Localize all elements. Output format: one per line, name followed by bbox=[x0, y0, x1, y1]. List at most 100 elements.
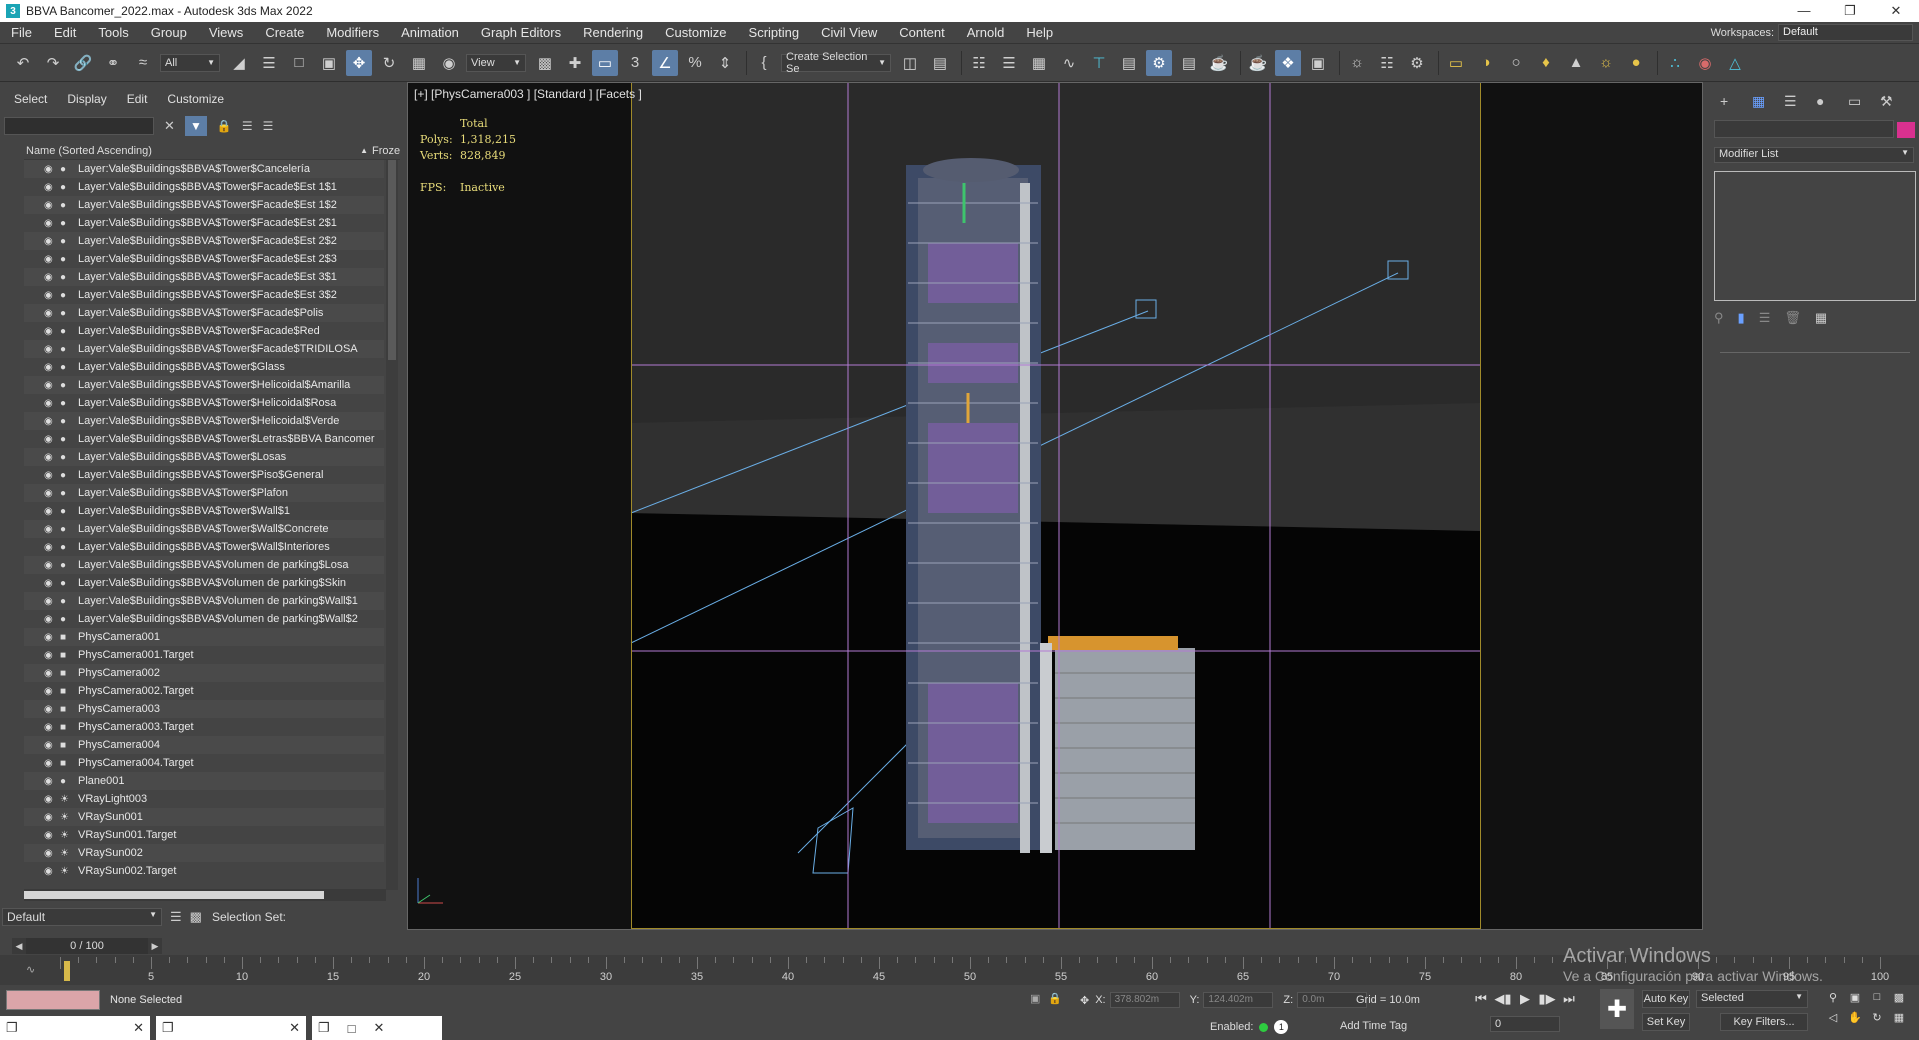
settings-icon[interactable]: ⚙ bbox=[1404, 50, 1430, 76]
selection-filter-dropdown[interactable]: All ▼ bbox=[160, 53, 220, 72]
explorer-menu-select[interactable]: Select bbox=[14, 92, 47, 106]
visibility-eye-icon[interactable]: ◉ bbox=[44, 308, 56, 319]
render-setup-icon[interactable]: ⚙ bbox=[1146, 49, 1172, 76]
list-item[interactable]: ◉ ● Layer:Vale$Buildings$BBVA$Tower$Piso$G… bbox=[24, 466, 384, 484]
maximize-icon[interactable]: □ bbox=[348, 1021, 356, 1036]
play-icon[interactable]: ▶ bbox=[1514, 991, 1536, 1007]
list-item[interactable]: ◉ ■ PhysCamera002.Target bbox=[24, 682, 384, 700]
close-icon[interactable]: ✕ bbox=[133, 1020, 144, 1036]
visibility-eye-icon[interactable]: ◉ bbox=[44, 398, 56, 409]
minimized-window[interactable]: ❐ ✕ bbox=[156, 1016, 306, 1040]
minimize-button[interactable]: — bbox=[1781, 3, 1827, 19]
list-item[interactable]: ◉ ● Layer:Vale$Buildings$BBVA$Tower$Wall$1 bbox=[24, 502, 384, 520]
modifier-stack[interactable] bbox=[1714, 171, 1916, 301]
close-window-button[interactable]: ✕ bbox=[1873, 3, 1919, 19]
vray-sun-icon[interactable]: ☼ bbox=[1593, 50, 1619, 76]
x-coordinate-field[interactable]: 378.802m bbox=[1109, 992, 1180, 1008]
visibility-eye-icon[interactable]: ◉ bbox=[44, 722, 56, 733]
frame-buffer-icon[interactable]: ▣ bbox=[1305, 50, 1331, 76]
list-item[interactable]: ◉ ☀ VRaySun002.Target bbox=[24, 862, 384, 880]
layer-explorer-icon[interactable]: ☰ bbox=[170, 909, 182, 925]
explorer-menu-display[interactable]: Display bbox=[67, 92, 106, 106]
configure-modifier-sets-icon[interactable]: ▦ bbox=[1815, 310, 1827, 326]
visibility-eye-icon[interactable]: ◉ bbox=[44, 830, 56, 841]
mirror-icon[interactable]: ◫ bbox=[897, 50, 923, 76]
vray-fur-icon[interactable]: ∴ bbox=[1662, 50, 1688, 76]
align-icon[interactable]: ▤ bbox=[927, 50, 953, 76]
list-item[interactable]: ◉ ● Layer:Vale$Buildings$BBVA$Tower$Wall$C… bbox=[24, 520, 384, 538]
visibility-eye-icon[interactable]: ◉ bbox=[44, 704, 56, 715]
select-by-name-icon[interactable]: ☰ bbox=[256, 50, 282, 76]
visibility-eye-icon[interactable]: ◉ bbox=[44, 668, 56, 679]
explorer-search-input[interactable] bbox=[4, 117, 154, 135]
menu-tools[interactable]: Tools bbox=[87, 25, 139, 40]
visibility-eye-icon[interactable]: ◉ bbox=[44, 560, 56, 571]
visibility-eye-icon[interactable]: ◉ bbox=[44, 758, 56, 769]
render-production-icon[interactable]: ☕ bbox=[1206, 50, 1232, 76]
visibility-eye-icon[interactable]: ◉ bbox=[44, 812, 56, 823]
current-layer-dropdown[interactable]: Default ▼ bbox=[2, 908, 162, 926]
zoom-all-icon[interactable]: ▣ bbox=[1844, 991, 1866, 1011]
utilities-tab-icon[interactable]: ⚒ bbox=[1880, 93, 1912, 110]
explorer-vertical-scrollbar[interactable] bbox=[386, 160, 398, 890]
frozen-column-header[interactable]: Froze bbox=[372, 145, 400, 157]
maximize-viewport-icon[interactable]: ▦ bbox=[1888, 1011, 1910, 1031]
menu-modifiers[interactable]: Modifiers bbox=[315, 25, 390, 40]
list-item[interactable]: ◉ ● Layer:Vale$Buildings$BBVA$Tower$Facade… bbox=[24, 340, 384, 358]
manipulate-icon[interactable]: ✚ bbox=[562, 50, 588, 76]
asset-tracking-icon[interactable]: ☷ bbox=[1374, 50, 1400, 76]
menu-arnold[interactable]: Arnold bbox=[956, 25, 1016, 40]
enabled-status-dot[interactable] bbox=[1259, 1022, 1269, 1032]
keyboard-shortcut-override-icon[interactable]: ▭ bbox=[592, 49, 618, 76]
visibility-eye-icon[interactable]: ◉ bbox=[44, 740, 56, 751]
schematic-view-icon[interactable]: ⊤ bbox=[1086, 50, 1112, 76]
reference-coord-dropdown[interactable]: View ▼ bbox=[466, 53, 526, 72]
minimized-window[interactable]: ❐ ✕ bbox=[0, 1016, 150, 1040]
undo-icon[interactable]: ↶ bbox=[10, 50, 36, 76]
bind-space-warp-icon[interactable]: ≈ bbox=[130, 50, 156, 76]
menu-edit[interactable]: Edit bbox=[43, 25, 87, 40]
list-item[interactable]: ◉ ■ PhysCamera003.Target bbox=[24, 718, 384, 736]
zoom-extents-all-icon[interactable]: ▩ bbox=[1888, 991, 1910, 1011]
list-item[interactable]: ◉ ■ PhysCamera001.Target bbox=[24, 646, 384, 664]
spinner-snap-icon[interactable]: ⇕ bbox=[712, 50, 738, 76]
list-item[interactable]: ◉ ● Layer:Vale$Buildings$BBVA$Volumen de p… bbox=[24, 610, 384, 628]
name-column-header[interactable]: Name (Sorted Ascending) bbox=[24, 145, 360, 157]
toggle-ribbon-icon[interactable]: ▦ bbox=[1026, 50, 1052, 76]
maxscript-listener-swatch[interactable] bbox=[6, 990, 100, 1010]
unlink-icon[interactable]: ⚭ bbox=[100, 50, 126, 76]
link-icon[interactable]: 🔗 bbox=[70, 50, 96, 76]
pivot-center-icon[interactable]: ▩ bbox=[532, 50, 558, 76]
visibility-eye-icon[interactable]: ◉ bbox=[44, 866, 56, 877]
list-item[interactable]: ◉ ● Layer:Vale$Buildings$BBVA$Tower$Losas bbox=[24, 448, 384, 466]
list-item[interactable]: ◉ ■ PhysCamera004.Target bbox=[24, 754, 384, 772]
menu-content[interactable]: Content bbox=[888, 25, 956, 40]
object-name-input[interactable] bbox=[1714, 120, 1894, 138]
visibility-eye-icon[interactable]: ◉ bbox=[44, 506, 56, 517]
visibility-eye-icon[interactable]: ◉ bbox=[44, 686, 56, 697]
visibility-eye-icon[interactable]: ◉ bbox=[44, 596, 56, 607]
go-to-end-icon[interactable]: ⏭ bbox=[1558, 991, 1580, 1007]
lock-icon[interactable]: 🔒 bbox=[217, 119, 232, 133]
clear-search-icon[interactable]: ✕ bbox=[164, 118, 175, 134]
zoom-extents-icon[interactable]: □ bbox=[1866, 991, 1888, 1011]
window-crossing-icon[interactable]: ▣ bbox=[316, 50, 342, 76]
menu-animation[interactable]: Animation bbox=[390, 25, 470, 40]
key-selection-dropdown[interactable]: Selected ▼ bbox=[1696, 990, 1808, 1008]
light-lister-icon[interactable]: ☼ bbox=[1344, 50, 1370, 76]
absolute-mode-icon[interactable]: ✥ bbox=[1080, 994, 1089, 1007]
visibility-eye-icon[interactable]: ◉ bbox=[44, 326, 56, 337]
motion-tab-icon[interactable]: ● bbox=[1816, 93, 1848, 109]
visibility-eye-icon[interactable]: ◉ bbox=[44, 470, 56, 481]
visibility-eye-icon[interactable]: ◉ bbox=[44, 164, 56, 175]
toggle-scene-explorer-icon[interactable]: ☷ bbox=[966, 50, 992, 76]
list-item[interactable]: ◉ ■ PhysCamera001 bbox=[24, 628, 384, 646]
modify-tab-icon[interactable]: ▦ bbox=[1752, 93, 1784, 110]
visibility-eye-icon[interactable]: ◉ bbox=[44, 488, 56, 499]
set-key-button[interactable]: Set Key bbox=[1642, 1013, 1690, 1031]
scrollbar-thumb[interactable] bbox=[388, 160, 396, 360]
visibility-eye-icon[interactable]: ◉ bbox=[44, 632, 56, 643]
edit-named-sets-icon[interactable]: { bbox=[751, 50, 777, 76]
visibility-eye-icon[interactable]: ◉ bbox=[44, 290, 56, 301]
minimized-window[interactable]: ❐ □ ✕ bbox=[312, 1016, 442, 1040]
